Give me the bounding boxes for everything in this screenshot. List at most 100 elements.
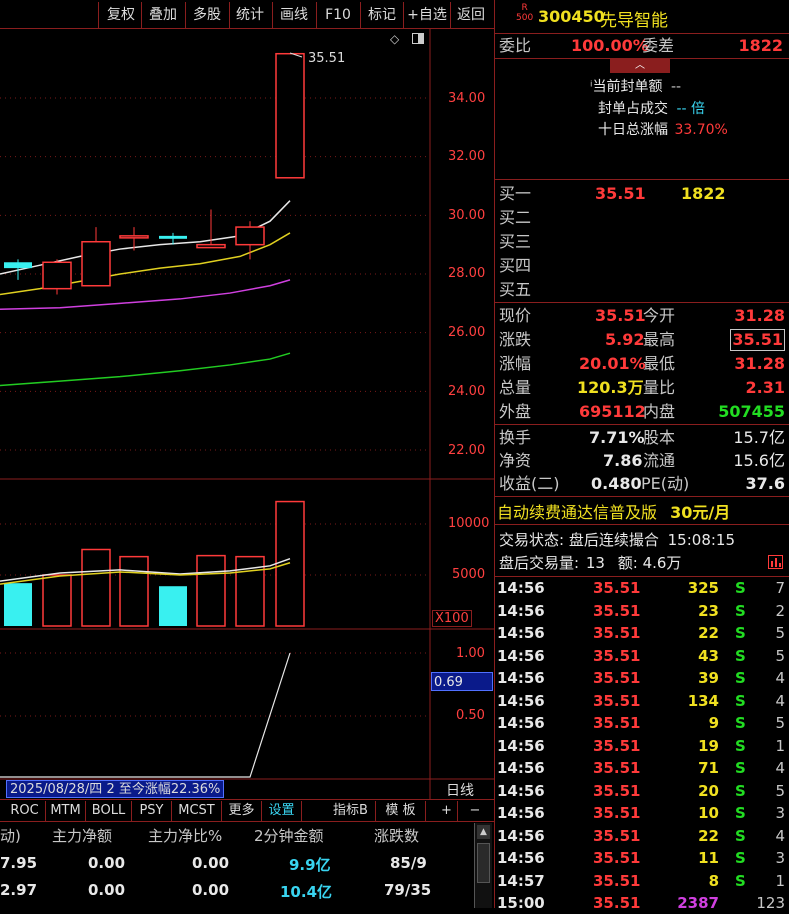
tick-time: 14:56 — [497, 826, 545, 845]
fund-label: 流通 — [643, 451, 676, 470]
toolbar-back-button[interactable]: 返回 — [452, 4, 490, 26]
tab-psy[interactable]: PSY — [132, 801, 172, 821]
scroll-up-icon[interactable]: ▲ — [477, 825, 490, 839]
indicator-tick: 0.50 — [456, 708, 485, 723]
quote-label: 现价 — [499, 306, 532, 325]
quote-value: 31.28 — [734, 306, 785, 325]
ten-day-row: 十日总涨幅 33.70% — [598, 119, 728, 139]
bid-row[interactable]: 买二 — [499, 206, 787, 230]
tick-volume: 22 — [698, 624, 719, 642]
seal-ratio-label: 封单占成交 — [598, 101, 668, 117]
tick-count: 3 — [775, 804, 785, 822]
ten-day-label: 十日总涨幅 — [598, 122, 668, 138]
tick-time: 14:56 — [497, 691, 545, 710]
price-tick: 22.00 — [448, 443, 486, 458]
toolbar-f10-button[interactable]: F10 — [320, 4, 356, 26]
fund-table-scrollbar[interactable]: ▲ — [474, 823, 492, 908]
scroll-thumb[interactable] — [477, 843, 490, 883]
fund-cell: 0.00 — [88, 854, 126, 872]
fund-label: PE(动) — [641, 474, 690, 493]
tick-row: 14:56 35.51 22 S 4 — [497, 825, 789, 847]
tick-direction: S — [735, 579, 746, 597]
tick-price: 35.51 — [593, 871, 641, 890]
bid-row[interactable]: 买一 35.51 1822 — [499, 182, 787, 206]
fund-row-turnover: 换手 7.71% 股本 15.7亿 — [499, 426, 787, 450]
fund-cell: 0.00 — [88, 881, 126, 899]
tick-count: 3 — [775, 849, 785, 867]
period-label[interactable]: 日线 — [446, 780, 474, 800]
fund-col-header: 涨跌数 — [374, 827, 420, 845]
order-ratio-value: 100.00% — [571, 36, 649, 55]
after-hours-row: 盘后交易量: 13 额: 4.6万 — [499, 552, 681, 573]
quote-value: 20.01% — [579, 354, 646, 373]
toolbar-stats-button[interactable]: 统计 — [232, 4, 268, 26]
tick-price: 35.51 — [593, 669, 641, 687]
tick-price: 35.51 — [593, 736, 641, 755]
after-hours-amount: 4.6万 — [642, 554, 682, 572]
tab-more[interactable]: 更多 — [222, 801, 262, 821]
tab-mcst[interactable]: MCST — [172, 801, 222, 821]
tick-volume: 23 — [698, 601, 719, 620]
tick-price: 35.51 — [593, 691, 641, 710]
tick-volume: 11 — [698, 849, 719, 867]
tick-count: 5 — [775, 781, 785, 800]
quote-value: 120.3万 — [577, 378, 644, 397]
tick-time: 14:56 — [497, 714, 545, 732]
quote-label: 内盘 — [643, 402, 676, 421]
quote-row-now: 现价 35.51 今开 31.28 — [499, 304, 787, 328]
tick-volume: 20 — [698, 781, 719, 800]
bid-row[interactable]: 买三 — [499, 230, 787, 254]
diamond-icon[interactable]: ◇ — [390, 32, 402, 46]
tab-boll[interactable]: BOLL — [86, 801, 132, 821]
price-tick: 24.00 — [448, 384, 486, 399]
promo-banner[interactable]: 自动续费通达信普及版 30元/月 — [497, 499, 730, 523]
tick-price: 35.51 — [593, 601, 641, 620]
panel-toggle-icon[interactable] — [412, 33, 424, 44]
tab-indicator-b[interactable]: 指标B — [326, 801, 376, 821]
tab-settings[interactable]: 设置 — [262, 801, 302, 821]
quote-row-vol: 总量 120.3万 量比 2.31 — [499, 376, 787, 400]
toolbar-add-watchlist-button[interactable]: +自选 — [405, 4, 449, 26]
bid-label: 买四 — [499, 256, 532, 275]
detail-chart-icon[interactable] — [768, 555, 783, 569]
collapse-button[interactable]: ︿ — [610, 59, 670, 73]
ten-day-value: 33.70% — [674, 122, 728, 138]
kline-chart[interactable] — [0, 29, 494, 799]
tick-volume: 134 — [687, 691, 719, 710]
candle — [235, 221, 265, 260]
tab-template[interactable]: 模 板 — [376, 801, 426, 821]
zoom-in-button[interactable]: + — [436, 801, 458, 821]
quote-value: 31.28 — [734, 354, 785, 373]
fund-cell: 7.95 — [0, 854, 38, 872]
toolbar-multi-stock-button[interactable]: 多股 — [189, 4, 225, 26]
tick-direction: S — [735, 826, 746, 845]
high-price-label: 35.51 — [308, 51, 346, 66]
tick-row: 14:56 35.51 19 S 1 — [497, 735, 789, 757]
tick-volume: 39 — [698, 669, 719, 687]
quote-row-chg: 涨跌 5.92 最高 35.51 — [499, 328, 787, 352]
volume-bar — [4, 583, 32, 626]
toolbar-mark-button[interactable]: 标记 — [364, 4, 400, 26]
fund-col-header: 2分钟金额 — [254, 827, 324, 845]
zoom-out-button[interactable]: − — [462, 801, 488, 821]
toolbar-draw-button[interactable]: 画线 — [276, 4, 312, 26]
quote-label: 涨幅 — [499, 354, 532, 373]
tick-row: 15:00 35.51 2387 123 — [497, 892, 789, 914]
tick-direction: S — [735, 804, 746, 822]
tick-count: 2 — [775, 601, 785, 620]
tick-row: 14:56 35.51 39 S 4 — [497, 667, 789, 689]
tick-direction: S — [735, 781, 746, 800]
toolbar-overlay-button[interactable]: 叠加 — [145, 4, 181, 26]
tick-count: 4 — [775, 759, 785, 777]
tick-direction: S — [735, 624, 746, 642]
tick-direction: S — [735, 669, 746, 687]
tab-roc[interactable]: ROC — [4, 801, 46, 821]
quote-value: 5.92 — [605, 330, 645, 349]
tab-mtm[interactable]: MTM — [46, 801, 86, 821]
bid-row[interactable]: 买五 — [499, 278, 787, 302]
volume-bar — [42, 574, 72, 627]
tick-price: 35.51 — [593, 826, 641, 845]
toolbar-fuquan-button[interactable]: 复权 — [103, 4, 139, 26]
bid-row[interactable]: 买四 — [499, 254, 787, 278]
tick-time: 14:56 — [497, 601, 545, 620]
